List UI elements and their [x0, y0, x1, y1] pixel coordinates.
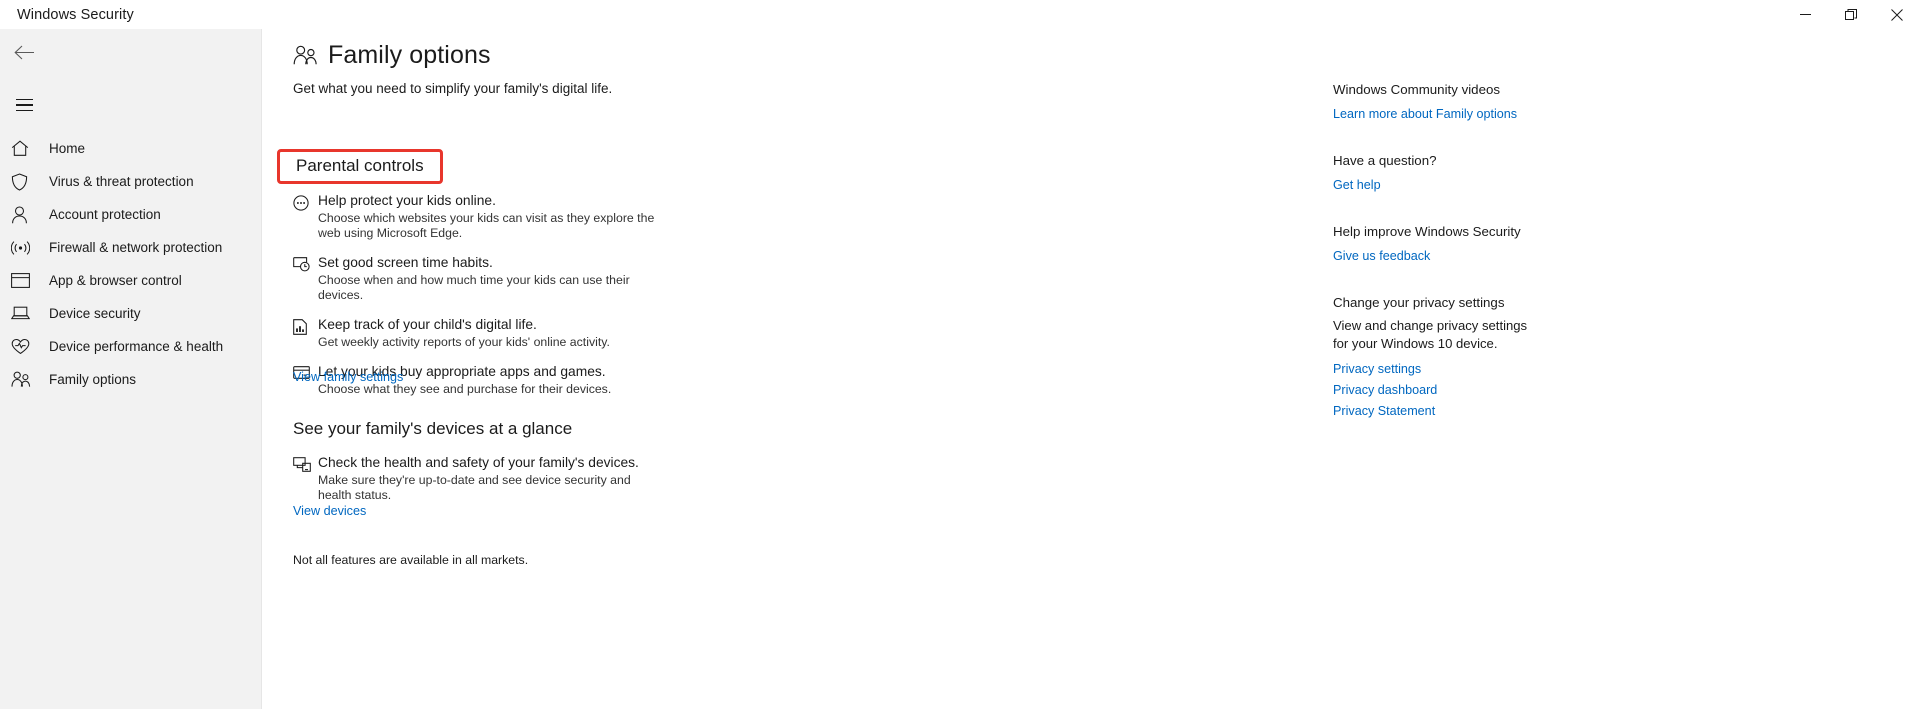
section-title: Parental controls — [296, 156, 424, 175]
rail-group-community-videos: Windows Community videos Learn more abou… — [1333, 81, 1603, 125]
sidebar-item-device-security[interactable]: Device security — [0, 297, 262, 330]
sidebar-item-app-browser-control[interactable]: App & browser control — [0, 264, 262, 297]
give-us-feedback-link[interactable]: Give us feedback — [1333, 246, 1603, 267]
privacy-dashboard-link[interactable]: Privacy dashboard — [1333, 380, 1603, 401]
rail-group-have-a-question: Have a question? Get help — [1333, 152, 1603, 196]
sidebar-item-label: Family options — [49, 372, 137, 387]
parental-controls-highlight: Parental controls — [277, 149, 443, 184]
person-icon — [11, 205, 40, 224]
heart-pulse-icon — [11, 338, 40, 355]
list-item: Check the health and safety of your fami… — [293, 454, 993, 503]
rail-heading: Have a question? — [1333, 153, 1437, 168]
family-devices-feature-list: Check the health and safety of your fami… — [293, 454, 993, 516]
sidebar-item-label: Account protection — [49, 207, 161, 222]
back-arrow-icon — [14, 45, 34, 59]
wifi-icon — [11, 240, 40, 256]
screen-time-icon — [293, 254, 316, 272]
rail-group-privacy: Change your privacy settings View and ch… — [1333, 294, 1603, 422]
sidebar-item-label: Device security — [49, 306, 141, 321]
rail-heading: Windows Community videos — [1333, 82, 1501, 97]
feature-title: Check the health and safety of your fami… — [318, 455, 639, 470]
sidebar-item-virus-threat-protection[interactable]: Virus & threat protection — [0, 165, 262, 198]
rail-heading: Help improve Windows Security — [1333, 224, 1521, 239]
feature-description: Choose when and how much time your kids … — [318, 273, 630, 302]
laptop-icon — [11, 306, 40, 321]
sidebar-item-label: Device performance & health — [49, 339, 224, 354]
feature-description: Choose what they see and purchase for th… — [318, 382, 612, 396]
title-bar: Windows Security — [0, 0, 1920, 29]
list-item: Set good screen time habits. Choose when… — [293, 254, 993, 303]
home-icon — [11, 140, 40, 157]
maximize-icon — [1845, 8, 1857, 20]
back-button[interactable] — [2, 34, 47, 70]
family-devices-section-title: See your family's devices at a glance — [293, 419, 573, 438]
right-rail: Windows Community videos Learn more abou… — [1333, 81, 1603, 449]
shield-icon — [11, 172, 40, 191]
people-icon — [293, 45, 318, 66]
sidebar-item-firewall-network-protection[interactable]: Firewall & network protection — [0, 231, 262, 264]
sidebar-item-device-performance-health[interactable]: Device performance & health — [0, 330, 262, 363]
learn-more-family-options-link[interactable]: Learn more about Family options — [1333, 104, 1603, 125]
feature-description: Get weekly activity reports of your kids… — [318, 335, 610, 349]
view-family-settings-link[interactable]: View family settings — [293, 370, 403, 384]
rail-group-help-improve: Help improve Windows Security Give us fe… — [1333, 223, 1603, 267]
web-browser-icon — [293, 192, 316, 211]
close-icon — [1891, 8, 1903, 21]
people-icon — [11, 371, 40, 388]
navigation-menu-button[interactable] — [2, 87, 47, 123]
left-navigation: Home Virus & threat protection Account p… — [0, 29, 262, 709]
rail-heading: Change your privacy settings — [1333, 295, 1505, 310]
window-icon — [11, 273, 40, 288]
sidebar-item-label: App & browser control — [49, 273, 182, 288]
page-header: Family options — [293, 41, 491, 70]
feature-title: Set good screen time habits. — [318, 255, 493, 270]
footnote-text: Not all features are available in all ma… — [293, 553, 529, 567]
page-title: Family options — [328, 41, 491, 69]
sidebar-item-label: Home — [49, 141, 86, 156]
view-devices-link[interactable]: View devices — [293, 504, 366, 518]
sidebar-item-account-protection[interactable]: Account protection — [0, 198, 262, 231]
activity-report-icon — [293, 316, 316, 335]
get-help-link[interactable]: Get help — [1333, 175, 1603, 196]
devices-icon — [293, 454, 316, 472]
window-title: Windows Security — [17, 6, 134, 23]
list-item: Help protect your kids online. Choose wh… — [293, 192, 993, 241]
feature-description: Choose which websites your kids can visi… — [318, 211, 655, 240]
sidebar-item-label: Virus & threat protection — [49, 174, 194, 189]
window-controls — [1782, 0, 1920, 29]
sidebar-items: Home Virus & threat protection Account p… — [0, 132, 262, 396]
list-item: Keep track of your child's digital life.… — [293, 316, 993, 350]
sidebar-item-label: Firewall & network protection — [49, 240, 223, 255]
feature-title: Help protect your kids online. — [318, 193, 496, 208]
feature-description: Make sure they're up-to-date and see dev… — [318, 473, 631, 502]
minimize-icon — [1799, 14, 1811, 15]
maximize-button[interactable] — [1828, 0, 1874, 29]
privacy-statement-link[interactable]: Privacy Statement — [1333, 401, 1603, 422]
hamburger-icon — [16, 98, 33, 112]
sidebar-item-home[interactable]: Home — [0, 132, 262, 165]
feature-title: Keep track of your child's digital life. — [318, 317, 537, 332]
sidebar-item-family-options[interactable]: Family options — [0, 363, 262, 396]
privacy-settings-link[interactable]: Privacy settings — [1333, 359, 1603, 380]
rail-body-text: View and change privacy settings for you… — [1333, 318, 1528, 351]
page-subtitle: Get what you need to simplify your famil… — [293, 81, 613, 96]
main-content: Family options Get what you need to simp… — [263, 29, 1920, 709]
minimize-button[interactable] — [1782, 0, 1828, 29]
close-button[interactable] — [1874, 0, 1920, 29]
